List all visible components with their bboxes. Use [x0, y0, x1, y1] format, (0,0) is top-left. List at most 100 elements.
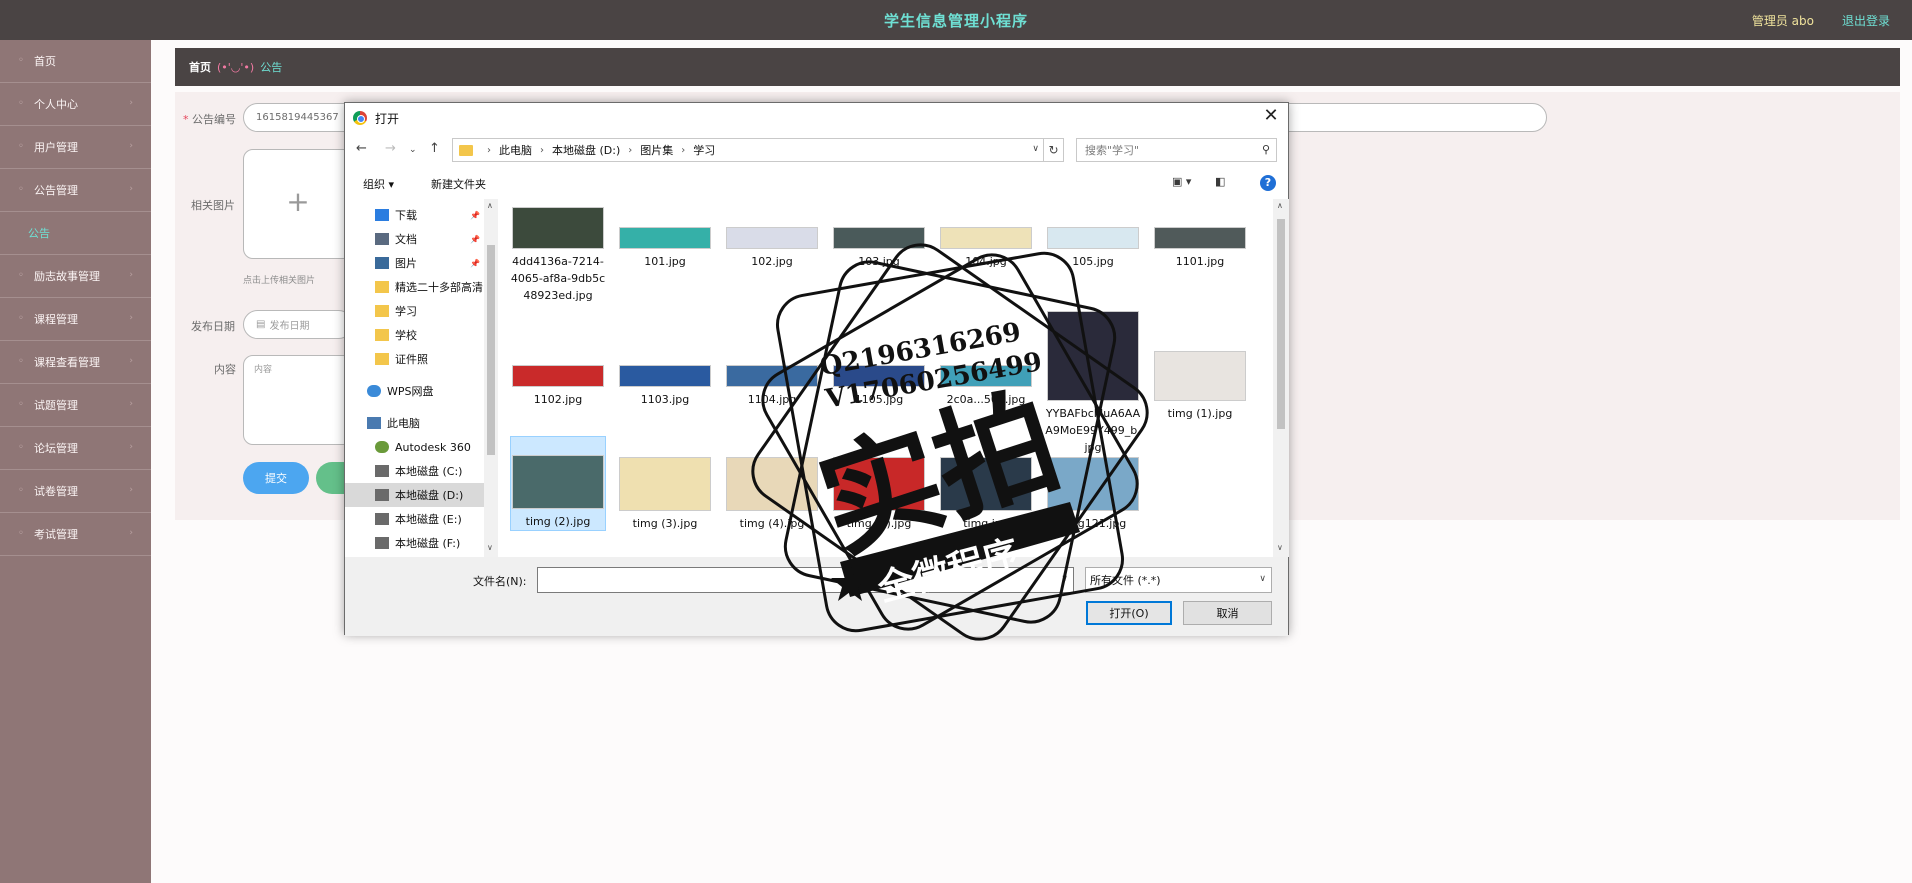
file-item[interactable]: 4dd4136a-7214-4065-af8a-9db5c48923ed.jpg — [510, 207, 606, 304]
recent-dropdown-icon[interactable]: ⌄ — [409, 145, 417, 155]
file-item[interactable]: 102.jpg — [724, 207, 820, 270]
open-button[interactable]: 打开(O) — [1086, 601, 1172, 625]
file-item[interactable]: 1105.jpg — [831, 311, 927, 408]
file-item[interactable]: timg (3).jpg — [617, 439, 713, 532]
sidebar-item-11[interactable]: ◦ 考试管理 › — [0, 513, 151, 556]
filename-label: 文件名(N): — [473, 575, 527, 588]
sidebar-item-10[interactable]: ◦ 试卷管理 › — [0, 470, 151, 513]
sidebar-item-label: 考试管理 — [34, 528, 78, 541]
sidebar-item-4[interactable]: 公告 — [0, 212, 151, 255]
nav-item-12[interactable]: 本地磁盘 (E:) — [345, 507, 484, 531]
users-icon: ◦ — [18, 141, 24, 152]
view-mode-icon[interactable]: ▣ ▾ — [1172, 175, 1191, 188]
sidebar-item-7[interactable]: ◦ 课程查看管理 › — [0, 341, 151, 384]
file-thumbnail — [1047, 311, 1139, 401]
file-item[interactable]: timg (1).jpg — [1152, 311, 1248, 422]
top-bar: 学生信息管理小程序 管理员 abo 退出登录 — [0, 0, 1912, 40]
file-type-select[interactable]: 所有文件 (*.*) ∨ — [1085, 567, 1272, 593]
file-item[interactable]: timg121.jpg — [1045, 439, 1141, 532]
breadcrumb-home[interactable]: 首页 — [189, 59, 211, 75]
nav-item-8[interactable]: 此电脑 — [345, 411, 484, 435]
close-icon[interactable]: ✕ — [1260, 105, 1282, 126]
chevron-right-icon: › — [129, 356, 133, 366]
path-crumb-1[interactable]: 此电脑 — [499, 142, 532, 158]
file-thumbnail — [512, 455, 604, 509]
nav-item-1[interactable]: 文档 📌 — [345, 227, 484, 251]
file-item[interactable]: 101.jpg — [617, 207, 713, 270]
new-folder-button[interactable]: 新建文件夹 — [431, 176, 486, 192]
file-item[interactable]: 103.jpg — [831, 207, 927, 270]
file-item[interactable]: YYBAFbcMuA6AAA9MoE99Y499_b.jpg — [1045, 311, 1141, 456]
sidebar-item-9[interactable]: ◦ 论坛管理 › — [0, 427, 151, 470]
sidebar-item-3[interactable]: ◦ 公告管理 › — [0, 169, 151, 212]
chevron-down-icon[interactable]: ∨ — [1259, 574, 1266, 584]
preview-pane-icon[interactable]: ◧ — [1215, 175, 1225, 188]
file-item[interactable]: timg.jpg — [938, 439, 1034, 532]
file-open-dialog: 打开 ✕ ← → ⌄ ↑ › 此电脑 › 本地磁盘 (D:) › 图片集 › 学… — [344, 102, 1289, 636]
nav-item-5[interactable]: 学校 — [345, 323, 484, 347]
nav-item-label: 学校 — [395, 329, 417, 342]
nav-item-4[interactable]: 学习 — [345, 299, 484, 323]
filename-input[interactable]: ∨ — [537, 567, 1074, 593]
nav-item-10[interactable]: 本地磁盘 (C:) — [345, 459, 484, 483]
cancel-button[interactable]: 取消 — [1183, 601, 1272, 625]
file-name: 102.jpg — [751, 255, 793, 268]
nav-item-0[interactable]: 下载 📌 — [345, 203, 484, 227]
file-thumbnail — [726, 365, 818, 387]
upload-hint: 点击上传相关图片 — [243, 276, 316, 286]
chevron-right-icon: › — [129, 98, 133, 108]
nav-item-6[interactable]: 证件照 — [345, 347, 484, 371]
sidebar-item-label: 公告 — [28, 227, 50, 240]
submit-button[interactable]: 提交 — [243, 462, 309, 494]
help-icon[interactable]: ? — [1260, 175, 1276, 191]
sidebar-item-1[interactable]: ◦ 个人中心 › — [0, 83, 151, 126]
chevron-down-icon[interactable]: ∨ — [1061, 574, 1068, 584]
nav-item-13[interactable]: 本地磁盘 (F:) — [345, 531, 484, 555]
organize-button[interactable]: 组织 ▾ — [363, 176, 394, 192]
sidebar-item-0[interactable]: ◦ 首页 — [0, 40, 151, 83]
file-item[interactable]: timg (5).jpg — [831, 439, 927, 532]
path-crumb-2[interactable]: 本地磁盘 (D:) — [552, 142, 620, 158]
sidebar-item-2[interactable]: ◦ 用户管理 › — [0, 126, 151, 169]
nav-item-2[interactable]: 图片 📌 — [345, 251, 484, 275]
refresh-icon[interactable]: ↻ — [1044, 138, 1064, 162]
up-arrow-icon[interactable]: ↑ — [429, 141, 440, 156]
file-thumbnail — [940, 227, 1032, 249]
image-uploader[interactable]: + — [243, 149, 353, 259]
file-item[interactable]: 104.jpg — [938, 207, 1034, 270]
nav-item-7[interactable]: WPS网盘 — [345, 379, 484, 403]
notice-icon: ◦ — [18, 184, 24, 195]
search-input[interactable]: 搜索"学习" ⚲ — [1076, 138, 1277, 162]
pin-icon: 📌 — [470, 210, 480, 220]
file-item[interactable]: timg (2).jpg — [510, 436, 606, 531]
file-item[interactable]: 105.jpg — [1045, 207, 1141, 270]
nav-item-11[interactable]: 本地磁盘 (D:) — [345, 483, 484, 507]
forward-arrow-icon[interactable]: → — [385, 141, 396, 156]
file-item[interactable]: timg (4).jpg — [724, 439, 820, 532]
date-input[interactable]: ▤ 发布日期 — [243, 310, 353, 339]
sidebar-item-label: 用户管理 — [34, 141, 78, 154]
file-item[interactable]: 1104.jpg — [724, 311, 820, 408]
sidebar-item-5[interactable]: ◦ 励志故事管理 › — [0, 255, 151, 298]
nav-item-9[interactable]: Autodesk 360 — [345, 435, 484, 459]
sidebar-item-label: 课程管理 — [34, 313, 78, 326]
sidebar-item-8[interactable]: ◦ 试题管理 › — [0, 384, 151, 427]
nav-item-label: 精选二十多部高清 — [395, 281, 483, 294]
chevron-down-icon[interactable]: ∨ — [1032, 144, 1039, 154]
back-arrow-icon[interactable]: ← — [356, 141, 367, 156]
sidebar-item-6[interactable]: ◦ 课程管理 › — [0, 298, 151, 341]
logout-link[interactable]: 退出登录 — [1842, 12, 1890, 29]
file-scrollbar[interactable]: ∧ ∨ — [1273, 199, 1289, 557]
file-item[interactable]: 1103.jpg — [617, 311, 713, 408]
file-item[interactable]: 2c0a...50b.jpg — [938, 311, 1034, 408]
file-item[interactable]: 1102.jpg — [510, 311, 606, 408]
path-crumb-4[interactable]: 学习 — [693, 142, 715, 158]
file-item[interactable]: 1101.jpg — [1152, 207, 1248, 270]
nav-scrollbar[interactable]: ∧ ∨ — [484, 199, 498, 557]
nav-item-3[interactable]: 精选二十多部高清 — [345, 275, 484, 299]
path-crumb-3[interactable]: 图片集 — [640, 142, 673, 158]
address-bar[interactable]: › 此电脑 › 本地磁盘 (D:) › 图片集 › 学习 ∨ — [452, 138, 1044, 162]
admin-label: 管理员 abo — [1751, 14, 1814, 28]
file-name: 1105.jpg — [854, 393, 904, 406]
content-textarea[interactable]: 内容 — [243, 355, 353, 445]
